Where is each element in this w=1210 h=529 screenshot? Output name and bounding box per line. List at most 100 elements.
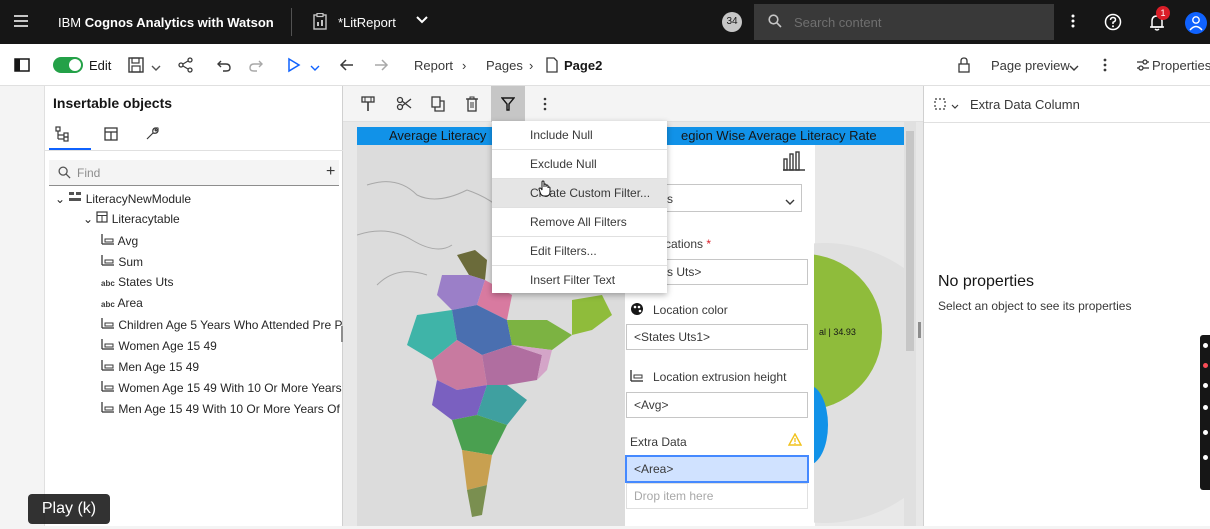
run-icon[interactable] (287, 57, 301, 76)
undo-icon[interactable] (216, 57, 232, 76)
toolbar-overflow-icon[interactable] (1103, 57, 1107, 76)
breadcrumb-report[interactable]: Report (414, 58, 453, 73)
report-toolbar: Edit Report › Pages › Page2 Page preview (0, 44, 1210, 86)
tree-item-label: Children Age 5 Years Who Attended Pre P (118, 318, 343, 332)
help-icon[interactable] (1104, 13, 1122, 34)
wrench-tab-icon[interactable] (144, 126, 160, 145)
properties-button[interactable]: Properties (1152, 58, 1210, 73)
report-name[interactable]: *LitReport (338, 15, 396, 30)
redo-icon[interactable] (248, 57, 264, 76)
pie-chart-preview[interactable]: al | 34.93 (814, 215, 909, 526)
back-arrow-icon[interactable] (339, 57, 355, 76)
menu-item-insert-filter-text[interactable]: Insert Filter Text (492, 266, 667, 295)
toggle-knob (69, 59, 81, 71)
measure-icon (630, 369, 644, 385)
panel-resize-handle[interactable] (918, 322, 921, 338)
hand-cursor-icon (538, 180, 552, 201)
breadcrumb-pages[interactable]: Pages (486, 58, 523, 73)
toolbox-tab-icon[interactable] (103, 126, 119, 145)
forward-arrow-icon[interactable] (373, 57, 389, 76)
run-dropdown-chevron-icon[interactable] (310, 61, 320, 75)
lock-icon[interactable] (958, 57, 970, 76)
paint-format-icon[interactable] (361, 96, 375, 115)
report-icon (313, 12, 327, 33)
share-icon[interactable] (178, 57, 194, 76)
extension-dot-icon[interactable] (1203, 343, 1208, 348)
location-color-label: Location color (653, 303, 728, 317)
column-selection-icon[interactable] (934, 98, 946, 113)
measure-icon (101, 402, 114, 413)
chart-title-right: egion Wise Average Literacy Rate (681, 128, 877, 143)
user-avatar-icon[interactable] (1185, 12, 1207, 34)
notification-count-badge[interactable]: 34 (722, 12, 742, 32)
cut-icon[interactable] (396, 96, 412, 115)
tree-item-area[interactable]: abc Area (101, 296, 143, 310)
location-color-field[interactable]: <States Uts1> (626, 324, 808, 350)
tree-item-module[interactable]: ⌄ LiteracyNewModule (55, 191, 191, 206)
menu-item-edit-filters[interactable]: Edit Filters... (492, 237, 667, 266)
extension-dot-icon[interactable] (1203, 383, 1208, 388)
menu-item-remove-all-filters[interactable]: Remove All Filters (492, 208, 667, 237)
chevron-down-icon[interactable] (951, 99, 959, 113)
edit-label: Edit (89, 58, 112, 73)
page-preview-chevron-icon[interactable] (1069, 61, 1079, 75)
overflow-menu-icon[interactable] (1071, 13, 1075, 32)
panel-toggle-icon[interactable] (14, 58, 30, 75)
measure-icon (101, 381, 114, 392)
extension-dot-icon[interactable] (1203, 430, 1208, 435)
save-icon[interactable] (128, 57, 144, 76)
tree-item-women-age[interactable]: Women Age 15 49 (101, 338, 217, 353)
breadcrumb-separator-icon: › (462, 58, 467, 73)
module-icon (69, 192, 82, 201)
tree-item-men-10yrs[interactable]: Men Age 15 49 With 10 Or More Years Of (101, 401, 340, 416)
required-marker: * (706, 237, 712, 251)
chevron-down-icon[interactable] (785, 195, 795, 209)
delete-icon[interactable] (465, 96, 479, 115)
tree-item-label: Avg (117, 234, 139, 248)
add-icon[interactable]: + (326, 163, 335, 181)
save-dropdown-chevron-icon[interactable] (151, 61, 161, 75)
canvas-overflow-icon[interactable] (543, 97, 547, 114)
edit-toggle[interactable] (53, 57, 83, 73)
menu-item-include-null[interactable]: Include Null (492, 121, 667, 150)
measure-icon (101, 234, 114, 245)
chevron-down-icon[interactable]: ⌄ (83, 212, 93, 226)
tree-item-children-age[interactable]: Children Age 5 Years Who Attended Pre P (101, 317, 343, 332)
extrusion-height-field[interactable]: <Avg> (626, 392, 808, 418)
search-icon (768, 14, 782, 31)
search-box[interactable]: Search content (754, 4, 1054, 40)
page-preview-dropdown[interactable]: Page preview (991, 58, 1070, 73)
find-input[interactable]: Find + (49, 160, 339, 186)
tree-item-states-uts[interactable]: abc States Uts (101, 275, 174, 289)
chevron-down-icon[interactable] (416, 14, 428, 28)
divider (291, 8, 292, 36)
breadcrumb-page2[interactable]: Page2 (564, 58, 602, 73)
app-title-prefix: IBM (58, 15, 85, 30)
menu-item-exclude-null[interactable]: Exclude Null (492, 150, 667, 179)
canvas-scrollbar[interactable] (904, 121, 916, 526)
tree-item-avg[interactable]: Avg (101, 233, 138, 248)
chart-type-icon[interactable] (783, 151, 805, 174)
measure-icon (101, 318, 114, 329)
scrollbar-thumb[interactable] (906, 131, 914, 351)
breadcrumb-separator-icon: › (529, 58, 534, 73)
side-extension-toolbar[interactable] (1200, 335, 1210, 490)
drop-item-zone[interactable]: Drop item here (626, 483, 808, 509)
source-tab-icon[interactable] (55, 126, 71, 145)
hamburger-menu-icon[interactable] (14, 15, 28, 30)
tree-item-women-10yrs[interactable]: Women Age 15 49 With 10 Or More Years (101, 380, 342, 395)
extrusion-height-label: Location extrusion height (653, 370, 787, 384)
extension-dot-icon[interactable] (1203, 405, 1208, 410)
tree-item-table[interactable]: ⌄ Literacytable (83, 211, 180, 226)
copy-icon[interactable] (431, 96, 445, 115)
chevron-down-icon[interactable]: ⌄ (55, 192, 65, 206)
tree-item-sum[interactable]: Sum (101, 254, 143, 269)
extension-dot-icon[interactable] (1203, 363, 1208, 368)
properties-sliders-icon[interactable] (1136, 58, 1150, 75)
extra-data-field[interactable]: <Area> (625, 455, 809, 483)
extension-dot-icon[interactable] (1203, 455, 1208, 460)
find-placeholder: Find (77, 166, 101, 180)
tree-item-men-age[interactable]: Men Age 15 49 (101, 359, 199, 374)
filter-button[interactable] (491, 86, 525, 122)
menu-item-create-custom-filter[interactable]: Create Custom Filter... (492, 179, 667, 208)
